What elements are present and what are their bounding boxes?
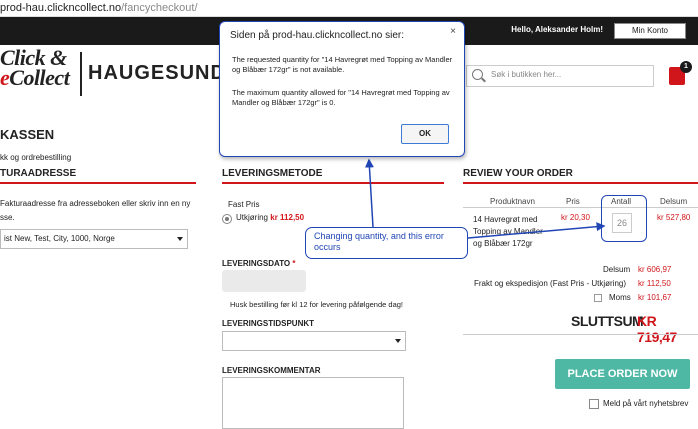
arrow-to-quantity — [467, 222, 606, 239]
ok-button[interactable]: OK — [401, 124, 449, 144]
dialog-message-1: The requested quantity for "14 Havregrøt… — [232, 55, 453, 74]
dialog-title: Siden på prod-hau.clickncollect.no sier: — [230, 30, 404, 41]
annotation-callout: Changing quantity, and this error occurs — [305, 227, 468, 259]
arrow-to-dialog — [364, 158, 374, 228]
alert-dialog: Siden på prod-hau.clickncollect.no sier:… — [219, 21, 465, 157]
dialog-message-2: The maximum quantity allowed for "14 Hav… — [232, 88, 450, 107]
close-icon[interactable]: × — [450, 26, 456, 37]
